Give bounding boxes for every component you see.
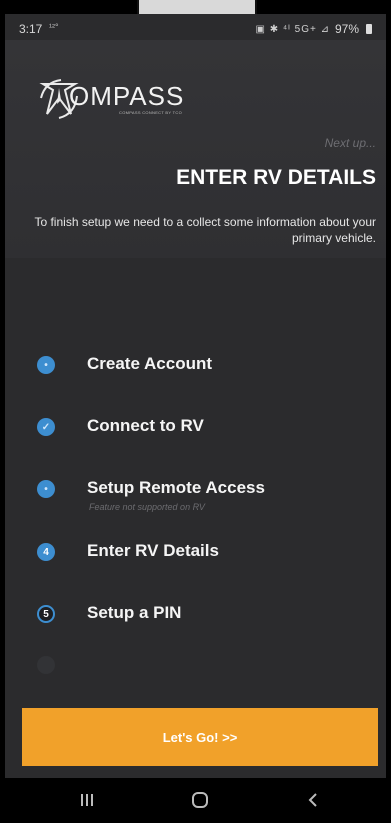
status-time: 3:17: [19, 22, 43, 36]
system-icons: ▣ ✱ ⁴ᴵ 5G+ ⊿: [255, 23, 330, 35]
step-label: Connect to RV: [87, 416, 204, 435]
back-glyph: [308, 793, 317, 807]
page-description: To finish setup we need to a collect som…: [34, 215, 376, 245]
status-right: ▣ ✱ ⁴ᴵ 5G+ ⊿ 97%: [255, 22, 372, 36]
recents-icon[interactable]: [67, 786, 107, 814]
step-number-badge: 5: [37, 605, 55, 623]
battery-percent: 97%: [334, 22, 359, 36]
notification-icon: ¹²°: [49, 22, 59, 32]
status-bar: 3:17 ¹²° ▣ ✱ ⁴ᴵ 5G+ ⊿ 97%: [5, 14, 386, 40]
lets-go-button[interactable]: Let's Go! >>: [22, 708, 378, 766]
step-label: Setup Remote Access: [87, 478, 265, 497]
setup-steps-list: • Create Account ✓ Connect to RV • Setup…: [5, 258, 386, 708]
home-icon[interactable]: [180, 786, 220, 814]
step-number-badge: 4: [37, 543, 55, 561]
step-note: Feature not supported on RV: [89, 502, 205, 512]
step-label: Create Account: [87, 354, 213, 373]
logo-subtitle: COMPASS CONNECT BY TCO: [119, 110, 182, 115]
page-title: ENTER RV DETAILS: [176, 166, 376, 189]
battery-icon: [366, 24, 372, 34]
home-glyph: [192, 792, 208, 808]
back-icon[interactable]: [293, 786, 333, 814]
next-up-label: Next up...: [324, 136, 376, 150]
footer: Let's Go! >>: [5, 708, 386, 778]
step-label: Enter RV Details: [87, 541, 219, 560]
step-label: Setup a PIN: [87, 603, 182, 622]
compass-logo: OMPASS COMPASS CONNECT BY TCO: [35, 74, 205, 122]
android-nav-bar: [5, 778, 386, 823]
step-complete-icon: •: [37, 356, 55, 374]
header: OMPASS COMPASS CONNECT BY TCO Next up...…: [5, 40, 386, 258]
check-icon: ✓: [37, 418, 55, 436]
faded-step-dot: [37, 656, 55, 674]
recents-glyph: [81, 794, 93, 806]
step-complete-icon: •: [37, 480, 55, 498]
phone-screen: 3:17 ¹²° ▣ ✱ ⁴ᴵ 5G+ ⊿ 97% OMPASS COMPASS…: [5, 14, 386, 823]
logo-wordmark: OMPASS: [69, 81, 185, 111]
